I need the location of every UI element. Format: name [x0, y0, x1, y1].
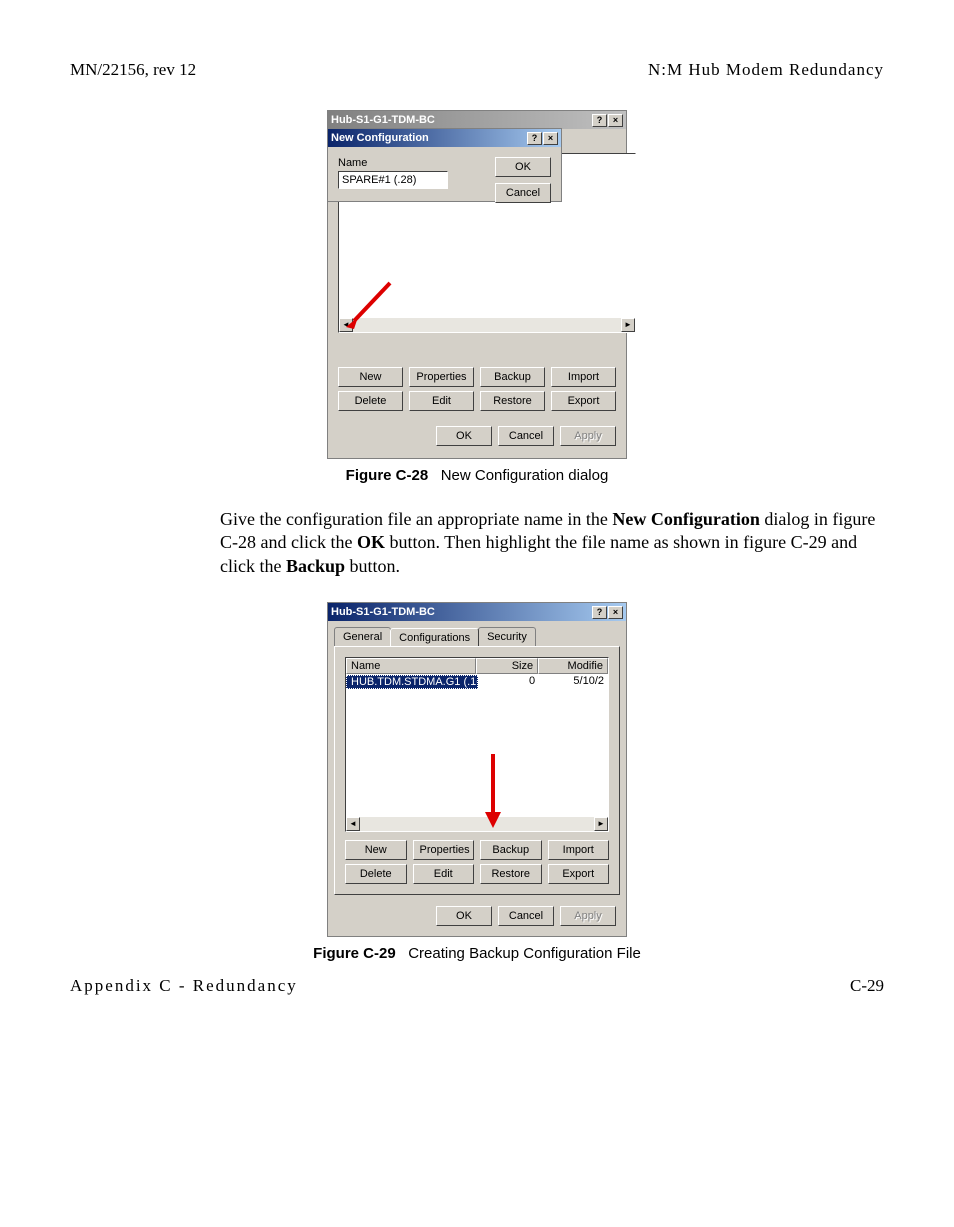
new-button[interactable]: New — [338, 367, 403, 387]
config-list[interactable]: Name Size Modifie HUB.TDM.STDMA.G1 (.16)… — [345, 657, 609, 832]
footer-ok-button[interactable]: OK — [436, 906, 492, 926]
titlebar-new-config: New Configuration ? × — [328, 129, 561, 147]
body-paragraph: Give the configuration file an appropria… — [220, 508, 884, 578]
close-icon[interactable]: × — [608, 114, 623, 127]
properties-button[interactable]: Properties — [409, 367, 474, 387]
edit-button[interactable]: Edit — [413, 864, 475, 884]
header-left: MN/22156, rev 12 — [70, 60, 196, 80]
help-icon[interactable]: ? — [527, 132, 542, 145]
restore-button[interactable]: Restore — [480, 864, 542, 884]
col-size[interactable]: Size — [476, 658, 538, 674]
cell-name: HUB.TDM.STDMA.G1 (.16) — [346, 675, 478, 689]
help-icon[interactable]: ? — [592, 606, 607, 619]
tab-panel-config: Name Size Modifie HUB.TDM.STDMA.G1 (.16)… — [334, 646, 620, 895]
edit-button[interactable]: Edit — [409, 391, 474, 411]
footer-apply-button[interactable]: Apply — [560, 906, 616, 926]
col-name[interactable]: Name — [346, 658, 476, 674]
scrollbar-horizontal[interactable]: ◄ ► — [346, 817, 608, 831]
header-right: N:M Hub Modem Redundancy — [648, 60, 884, 80]
tab-general[interactable]: General — [334, 627, 391, 646]
name-input[interactable] — [338, 171, 448, 189]
delete-button[interactable]: Delete — [345, 864, 407, 884]
footer-right: C-29 — [850, 976, 884, 996]
dialog-hub-outer: Hub-S1-G1-TDM-BC ? × Modifie 4/28/2 New … — [327, 110, 627, 459]
cell-size: 0 — [478, 675, 539, 689]
scroll-right-icon[interactable]: ► — [594, 817, 608, 831]
list-item[interactable]: HUB.TDM.STDMA.G1 (.16) 0 5/10/2 — [346, 674, 608, 690]
ok-button[interactable]: OK — [495, 157, 551, 177]
titlebar-new-config-text: New Configuration — [331, 132, 429, 144]
button-grid: New Properties Backup Import Delete Edit… — [345, 840, 609, 884]
figure-c28-id: Figure C-28 — [346, 467, 429, 484]
cancel-button[interactable]: Cancel — [495, 183, 551, 203]
footer-left: Appendix C - Redundancy — [70, 976, 298, 996]
figure-c28-wrap: Hub-S1-G1-TDM-BC ? × Modifie 4/28/2 New … — [70, 110, 884, 459]
scroll-left-icon[interactable]: ◄ — [346, 817, 360, 831]
figure-c28-text: New Configuration dialog — [441, 467, 609, 484]
titlebar-hub-config-text: Hub-S1-G1-TDM-BC — [331, 606, 435, 618]
page-header: MN/22156, rev 12 N:M Hub Modem Redundanc… — [70, 60, 884, 80]
scroll-track[interactable] — [353, 318, 621, 332]
dialog-footer: OK Cancel Apply — [328, 415, 626, 456]
titlebar-outer-text: Hub-S1-G1-TDM-BC — [331, 114, 435, 126]
close-icon[interactable]: × — [608, 606, 623, 619]
backup-button[interactable]: Backup — [480, 840, 542, 860]
scroll-track[interactable] — [360, 817, 594, 831]
titlebar-outer: Hub-S1-G1-TDM-BC ? × — [328, 111, 626, 129]
scroll-right-icon[interactable]: ► — [621, 318, 635, 332]
dialog-footer: OK Cancel Apply — [328, 895, 626, 936]
footer-cancel-button[interactable]: Cancel — [498, 426, 554, 446]
footer-apply-button[interactable]: Apply — [560, 426, 616, 446]
footer-ok-button[interactable]: OK — [436, 426, 492, 446]
figure-c29-wrap: Hub-S1-G1-TDM-BC ? × General Configurati… — [70, 602, 884, 937]
tabs: General Configurations Security — [328, 621, 626, 646]
tab-security[interactable]: Security — [478, 627, 536, 646]
figure-c29-id: Figure C-29 — [313, 945, 396, 962]
figure-c28-caption: Figure C-28 New Configuration dialog — [70, 467, 884, 484]
backup-button[interactable]: Backup — [480, 367, 545, 387]
restore-button[interactable]: Restore — [480, 391, 545, 411]
page-footer: Appendix C - Redundancy C-29 — [70, 976, 884, 996]
tab-configurations[interactable]: Configurations — [390, 628, 479, 647]
dialog-hub-config: Hub-S1-G1-TDM-BC ? × General Configurati… — [327, 602, 627, 937]
dialog-new-configuration: New Configuration ? × Name OK Cancel — [327, 128, 562, 202]
figure-c29-caption: Figure C-29 Creating Backup Configuratio… — [70, 945, 884, 962]
footer-cancel-button[interactable]: Cancel — [498, 906, 554, 926]
col-modifie[interactable]: Modifie — [538, 658, 608, 674]
properties-button[interactable]: Properties — [413, 840, 475, 860]
export-button[interactable]: Export — [548, 864, 610, 884]
help-icon[interactable]: ? — [592, 114, 607, 127]
export-button[interactable]: Export — [551, 391, 616, 411]
delete-button[interactable]: Delete — [338, 391, 403, 411]
new-button[interactable]: New — [345, 840, 407, 860]
titlebar-hub-config: Hub-S1-G1-TDM-BC ? × — [328, 603, 626, 621]
close-icon[interactable]: × — [543, 132, 558, 145]
scroll-left-icon[interactable]: ◄ — [339, 318, 353, 332]
scrollbar-horizontal[interactable]: ◄ ► — [339, 318, 635, 332]
import-button[interactable]: Import — [551, 367, 616, 387]
import-button[interactable]: Import — [548, 840, 610, 860]
list-header: Name Size Modifie — [346, 658, 608, 674]
figure-c29-text: Creating Backup Configuration File — [408, 945, 641, 962]
cell-modifie: 5/10/2 — [539, 675, 608, 689]
